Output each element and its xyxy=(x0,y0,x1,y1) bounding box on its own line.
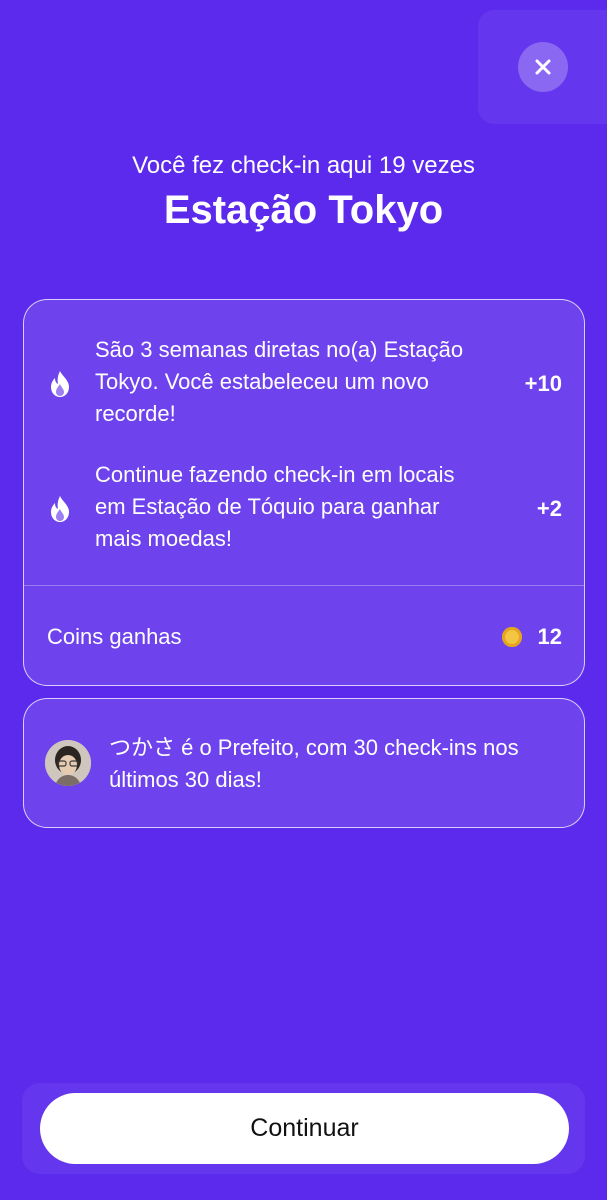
close-button[interactable] xyxy=(518,42,568,92)
user-avatar-icon xyxy=(45,740,91,786)
divider xyxy=(24,585,584,586)
close-icon xyxy=(535,59,551,75)
close-area xyxy=(478,10,607,124)
mayor-text: つかさ é o Prefeito, com 30 check-ins nos ú… xyxy=(109,735,519,792)
coin-icon xyxy=(502,627,522,647)
coins-value: 12 xyxy=(537,624,562,649)
continue-button[interactable]: Continuar xyxy=(40,1093,569,1164)
mayor-card[interactable]: つかさ é o Prefeito, com 30 check-ins nos ú… xyxy=(23,698,585,828)
avatar[interactable] xyxy=(45,740,91,786)
reward-text: Continue fazendo check-in em locais em E… xyxy=(95,462,455,551)
reward-points: +10 xyxy=(524,371,562,396)
reward-text: São 3 semanas diretas no(a) Estação Toky… xyxy=(95,337,464,426)
flame-icon xyxy=(51,371,69,397)
rewards-card: São 3 semanas diretas no(a) Estação Toky… xyxy=(23,299,585,686)
venue-title: Estação Tokyo xyxy=(163,188,444,232)
checkin-count-text: Você fez check-in aqui 19 vezes xyxy=(132,152,475,179)
reward-item: Continue fazendo check-in em locais em E… xyxy=(24,459,584,559)
header: Você fez check-in aqui 19 vezes Estação … xyxy=(0,148,607,236)
flame-icon xyxy=(51,496,69,522)
reward-item: São 3 semanas diretas no(a) Estação Toky… xyxy=(24,334,584,434)
coins-label: Coins ganhas xyxy=(47,624,182,649)
reward-points: +2 xyxy=(536,496,562,521)
